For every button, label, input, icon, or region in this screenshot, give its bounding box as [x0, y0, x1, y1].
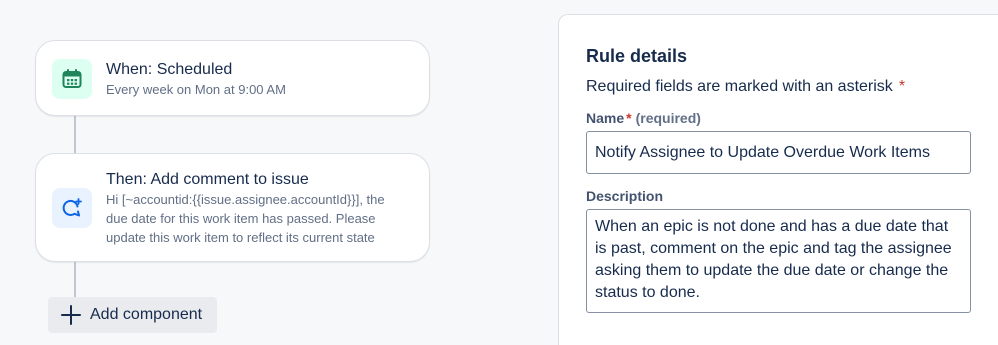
action-subtitle: Hi [~accountid:{{issue.assignee.accountI…: [106, 190, 385, 247]
action-card[interactable]: Then: Add comment to issue Hi [~accounti…: [35, 153, 430, 262]
add-component-label: Add component: [90, 306, 203, 323]
rule-details-panel: Rule details Required fields are marked …: [558, 14, 998, 345]
action-subtitle-line: due date for this work item has passed. …: [106, 211, 376, 226]
required-fields-note: Required fields are marked with an aster…: [586, 78, 905, 96]
name-required-star: *: [626, 110, 632, 126]
name-field-label: Name * (required): [586, 110, 701, 126]
trigger-subtitle: Every week on Mon at 9:00 AM: [106, 82, 286, 97]
action-subtitle-line: Hi [~accountid:{{issue.assignee.accountI…: [106, 192, 385, 207]
description-field-label: Description: [586, 188, 664, 204]
calendar-icon: [62, 69, 82, 88]
name-label-text: Name: [586, 110, 625, 126]
required-note-text: Required fields are marked with an aster…: [586, 78, 893, 95]
flow-connector-bottom: [74, 262, 76, 298]
add-component-button[interactable]: Add component: [48, 297, 217, 333]
rule-name-input[interactable]: [586, 131, 971, 174]
action-subtitle-line: update this work item to reflect its cur…: [106, 230, 375, 245]
flow-connector-top: [74, 116, 76, 153]
panel-title: Rule details: [586, 46, 688, 66]
required-asterisk: *: [898, 78, 906, 95]
trigger-card[interactable]: When: Scheduled Every week on Mon at 9:0…: [35, 40, 430, 116]
trigger-icon-tile: [52, 59, 92, 99]
plus-icon: [61, 305, 81, 325]
action-icon-tile: [52, 188, 92, 228]
rule-description-textarea[interactable]: When an epic is not done and has a due d…: [586, 209, 971, 313]
comment-add-icon: [62, 198, 82, 217]
action-title: Then: Add comment to issue: [106, 171, 309, 188]
trigger-title: When: Scheduled: [106, 61, 233, 78]
name-required-hint: (required): [635, 110, 701, 126]
